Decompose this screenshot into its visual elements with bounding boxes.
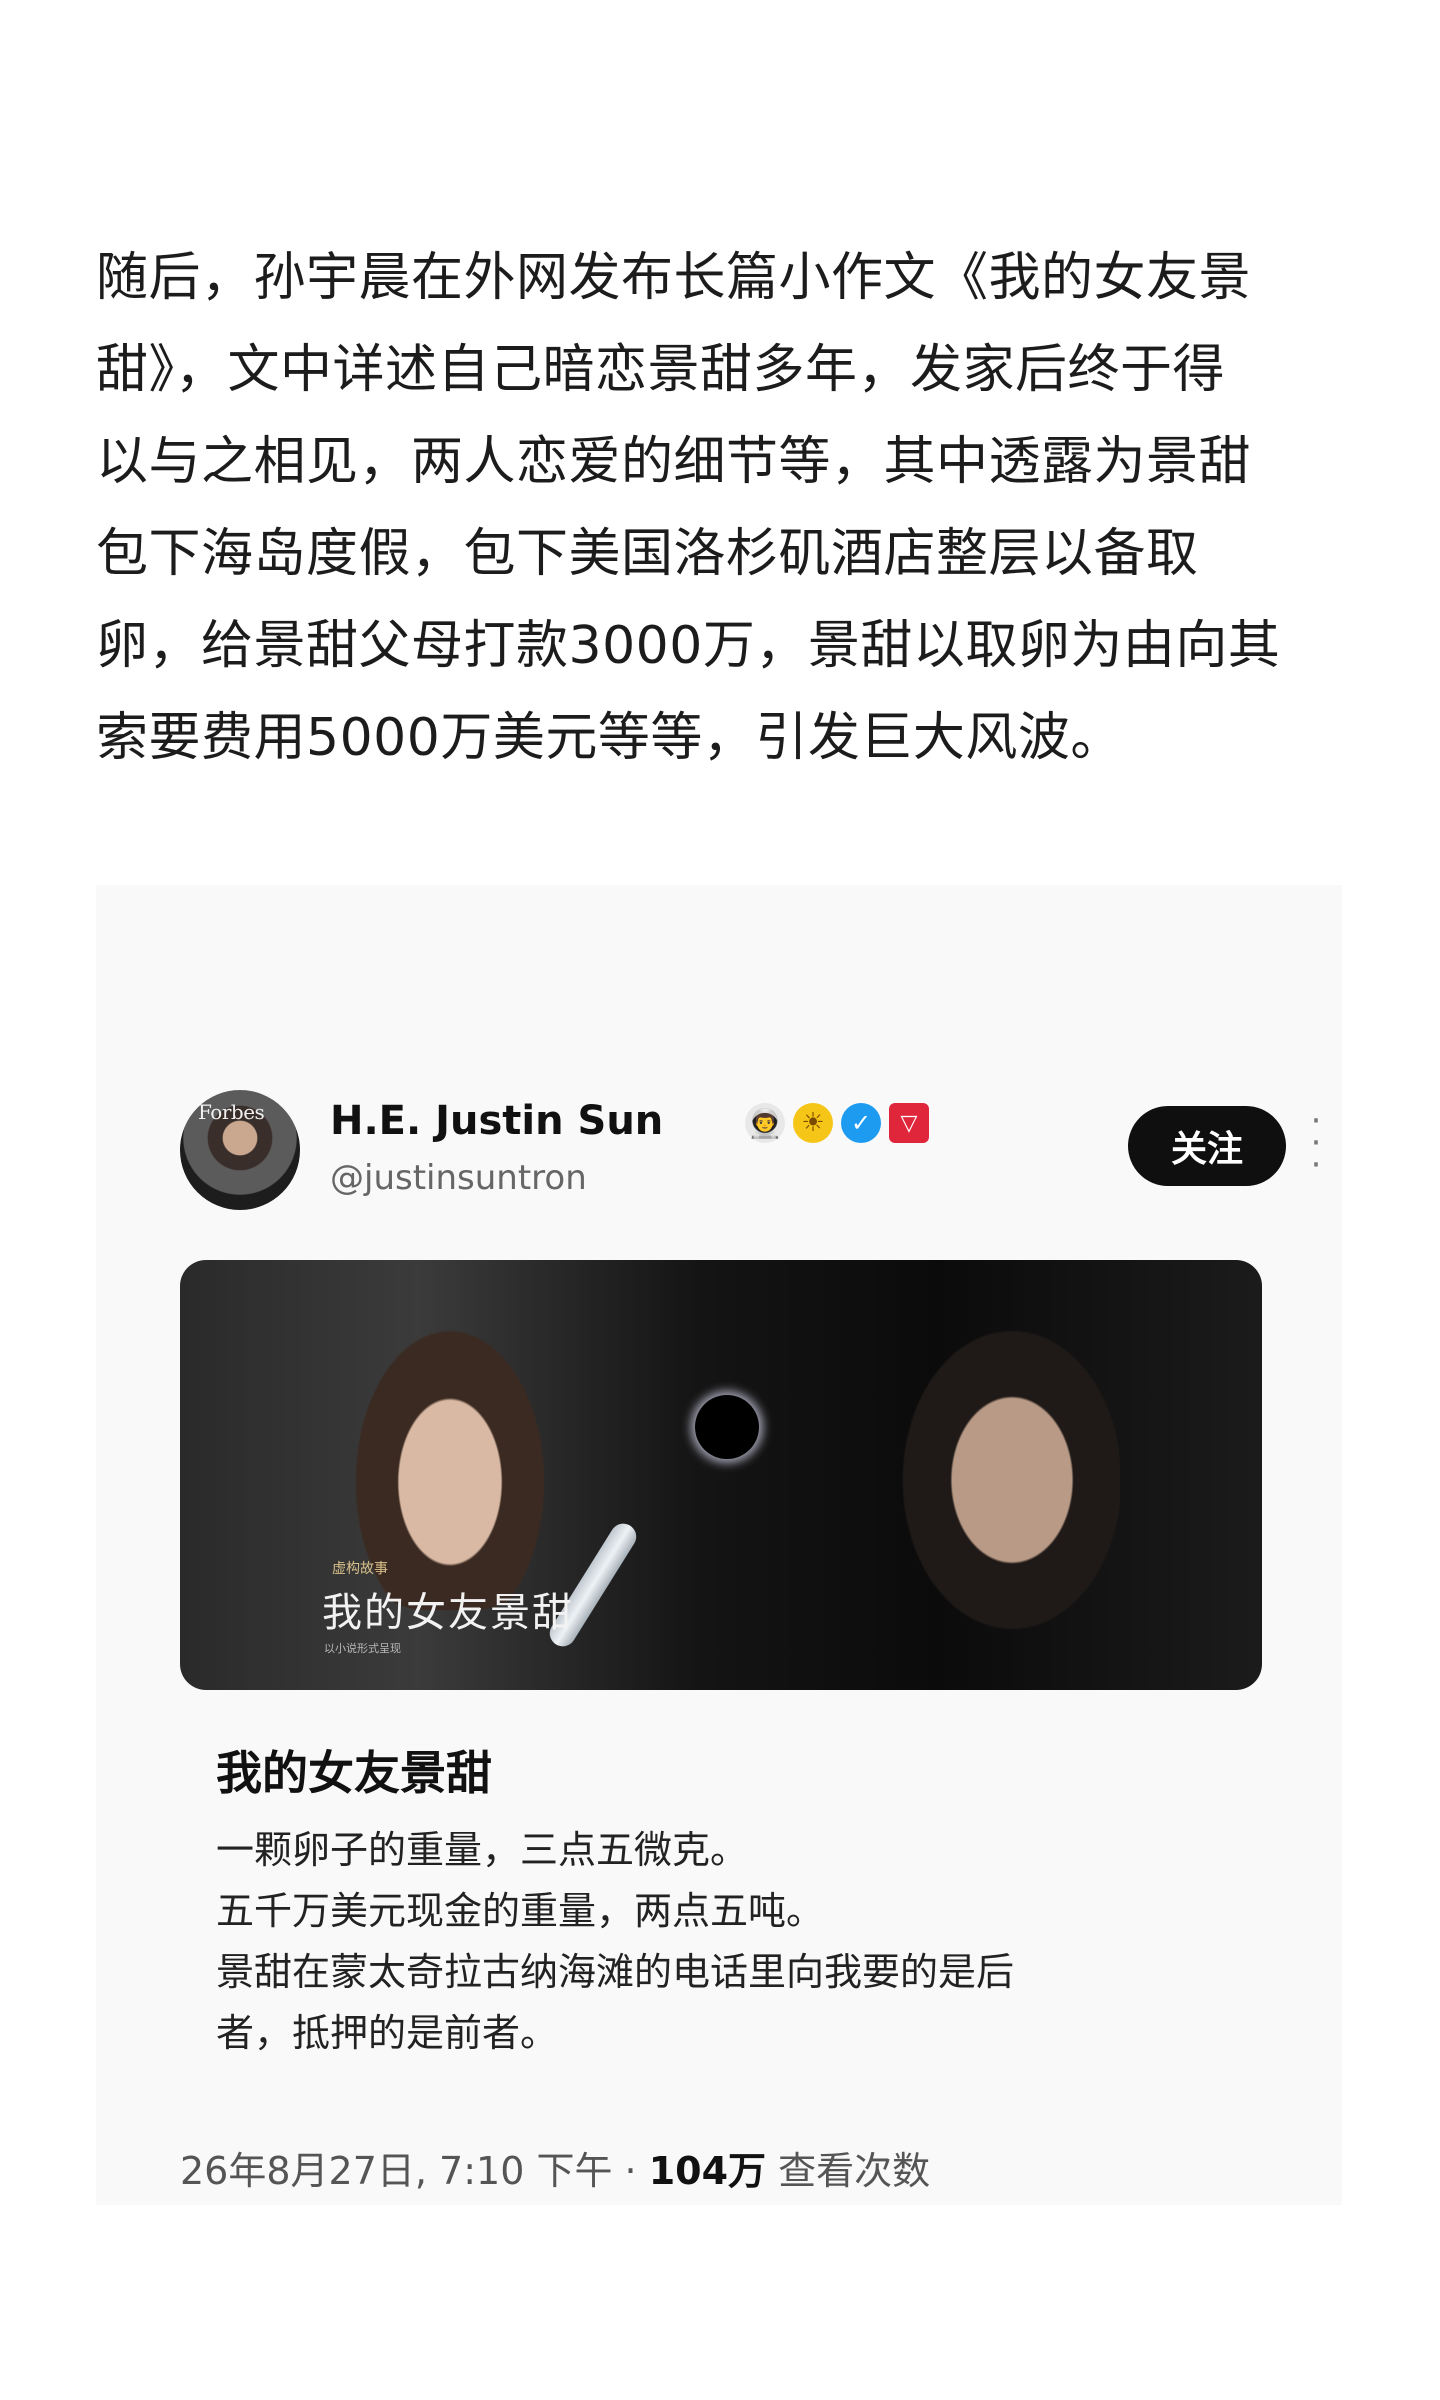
article-line: 以与之相见，两人恋爱的细节等，其中透露为景甜 bbox=[96, 432, 1252, 492]
view-count-label: 查看次数 bbox=[766, 2149, 931, 2193]
more-options-icon[interactable]: · · · bbox=[1302, 1104, 1330, 1182]
article-line: 随后，孙宇晨在外网发布长篇小作文《我的女友景 bbox=[96, 248, 1252, 308]
user-handle[interactable]: @justinsuntron bbox=[330, 1158, 587, 1198]
article-line: 索要费用5000万美元等等，引发巨大风波。 bbox=[96, 708, 1123, 768]
article-line: 包下海岛度假，包下美国洛杉矶酒店整层以备取 bbox=[96, 524, 1199, 584]
article-line: 甜》，文中详述自己暗恋景甜多年，发家后终于得 bbox=[96, 340, 1226, 400]
astronaut-icon: 👨‍🚀 bbox=[745, 1103, 785, 1143]
article-line: 卵，给景甜父母打款3000万，景甜以取卵为由向其 bbox=[96, 616, 1281, 676]
poster-title: 我的女友景甜 bbox=[322, 1590, 574, 1636]
avatar[interactable]: Forbes bbox=[180, 1090, 300, 1210]
tron-icon: ▽ bbox=[889, 1103, 929, 1143]
tweet-header: Forbes H.E. Justin Sun 👨‍🚀 ☀ ✓ ▽ @justin… bbox=[180, 1090, 1321, 1210]
sun-icon: ☀ bbox=[793, 1103, 833, 1143]
article-text: 随后，孙宇晨在外网发布长篇小作文《我的女友景 甜》，文中详述自己暗恋景甜多年，发… bbox=[96, 232, 1346, 784]
more-options-glyph: · · · bbox=[1310, 1101, 1322, 1185]
post-title[interactable]: 我的女友景甜 bbox=[216, 1737, 492, 1803]
view-count: 104万 bbox=[648, 2149, 767, 2193]
follow-button[interactable]: 关注 bbox=[1128, 1106, 1286, 1186]
display-name[interactable]: H.E. Justin Sun bbox=[330, 1098, 663, 1144]
poster-subtitle: 以小说形式呈现 bbox=[324, 1642, 401, 1655]
verified-icon: ✓ bbox=[841, 1103, 881, 1143]
post-body: 一颗卵子的重量，三点五微克。 五千万美元现金的重量，两点五吨。 景甜在蒙太奇拉古… bbox=[216, 1820, 1216, 2064]
post-body-line: 者，抵押的是前者。 bbox=[216, 2011, 559, 2055]
poster-man-figure bbox=[880, 1300, 1120, 1660]
eclipse-graphic bbox=[695, 1395, 759, 1459]
badge-row: 👨‍🚀 ☀ ✓ ▽ bbox=[745, 1096, 929, 1150]
poster-tag: 虚构故事 bbox=[332, 1561, 388, 1577]
post-body-line: 景甜在蒙太奇拉古纳海滩的电话里向我要的是后 bbox=[216, 1950, 1015, 1994]
post-body-line: 一颗卵子的重量，三点五微克。 bbox=[216, 1828, 749, 1872]
post-body-line: 五千万美元现金的重量，两点五吨。 bbox=[216, 1889, 825, 1933]
avatar-logo-text: Forbes bbox=[198, 1100, 265, 1124]
post-datetime[interactable]: 26年8月27日, 7:10 下午 · bbox=[180, 2149, 649, 2193]
post-meta: 26年8月27日, 7:10 下午 · 104万 查看次数 bbox=[180, 2140, 930, 2195]
embedded-tweet-screenshot: Forbes H.E. Justin Sun 👨‍🚀 ☀ ✓ ▽ @justin… bbox=[96, 885, 1342, 2205]
tweet-media-image[interactable]: 虚构故事 我的女友景甜 以小说形式呈现 bbox=[180, 1260, 1262, 1690]
